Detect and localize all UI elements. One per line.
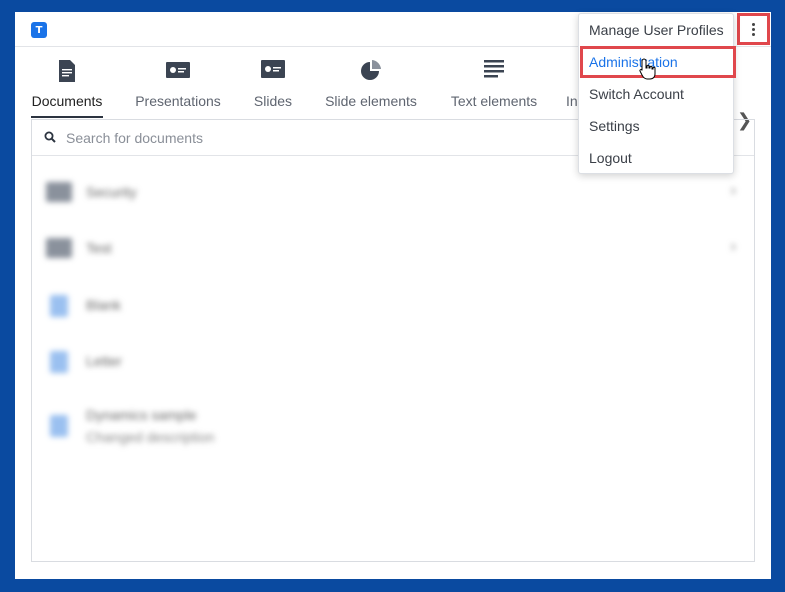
tab-text-elements[interactable]: Text elements: [447, 48, 541, 120]
document-icon: [50, 295, 68, 317]
document-icon: [50, 351, 68, 373]
documents-panel: Security › Test › Blank Letter Dynamics …: [31, 119, 755, 562]
active-tab-indicator: [31, 116, 103, 118]
menu-item-administration[interactable]: Administration: [580, 46, 736, 78]
tab-label: Slide elements: [325, 93, 417, 109]
list-item[interactable]: Letter: [32, 341, 754, 381]
folder-icon: [46, 238, 72, 258]
search-icon: [44, 131, 56, 143]
tab-label: Slides: [253, 93, 293, 109]
tab-documents[interactable]: Documents: [31, 48, 103, 120]
folder-icon: [46, 182, 72, 202]
chevron-right-icon: ›: [730, 238, 736, 255]
slide-icon: [261, 60, 285, 78]
tab-slide-elements[interactable]: Slide elements: [323, 48, 419, 120]
more-options-button[interactable]: [737, 13, 770, 45]
tab-slides[interactable]: Slides: [251, 48, 295, 120]
item-description: Changed description: [86, 429, 215, 445]
document-icon: [59, 60, 75, 82]
list-item[interactable]: Dynamics sample Changed description: [32, 395, 754, 455]
item-name: Security: [86, 184, 137, 200]
menu-item-manage-user-profiles[interactable]: Manage User Profiles: [579, 14, 733, 46]
hand-cursor-icon: [639, 58, 656, 80]
vertical-dots-icon: [752, 22, 755, 36]
item-name: Letter: [86, 353, 122, 369]
app-logo[interactable]: T: [31, 22, 47, 38]
item-name: Dynamics sample: [86, 407, 197, 423]
chevron-right-icon: ›: [730, 182, 736, 199]
list-item[interactable]: Blank: [32, 285, 754, 325]
presentation-icon: [166, 62, 190, 78]
menu-item-logout[interactable]: Logout: [579, 142, 733, 174]
tab-label: Text elements: [450, 93, 538, 109]
menu-item-settings[interactable]: Settings: [579, 110, 733, 142]
search-input[interactable]: [66, 127, 566, 149]
item-name: Blank: [86, 297, 122, 313]
item-name: Test: [86, 240, 112, 256]
text-lines-icon: [484, 60, 504, 78]
menu-item-switch-account[interactable]: Switch Account: [579, 78, 733, 110]
document-icon: [50, 415, 68, 437]
user-menu-dropdown: Manage User Profiles Administration Swit…: [578, 13, 736, 174]
list-item[interactable]: Security ›: [32, 172, 754, 212]
tab-label: Presentations: [135, 93, 221, 109]
pie-chart-icon: [361, 60, 381, 80]
tab-label: Documents: [31, 93, 103, 109]
tab-presentations[interactable]: Presentations: [133, 48, 223, 120]
list-item[interactable]: Test ›: [32, 228, 754, 268]
